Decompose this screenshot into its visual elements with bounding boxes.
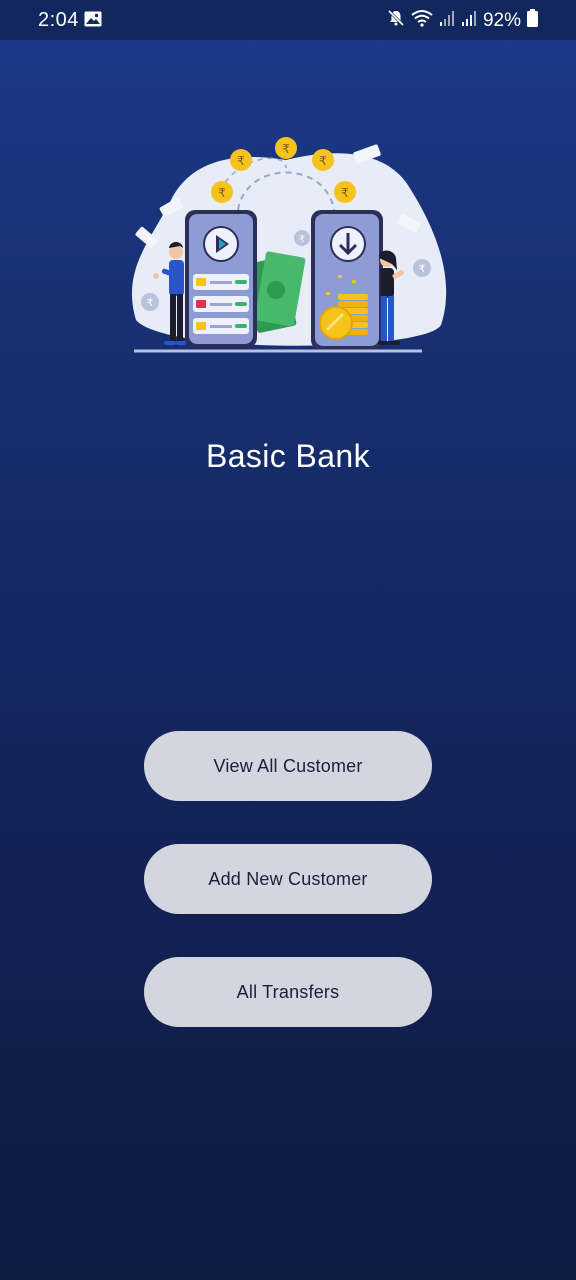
gallery-icon xyxy=(84,11,102,32)
grey-coin: ₹ xyxy=(141,293,159,311)
rupee-coin: ₹ xyxy=(275,137,297,159)
battery-percent: 92% xyxy=(482,9,521,31)
status-icons: 92% xyxy=(387,9,538,32)
sender-phone xyxy=(185,210,257,348)
svg-text:₹: ₹ xyxy=(299,235,305,245)
all-transfers-button[interactable]: All Transfers xyxy=(144,957,432,1027)
rupee-coin: ₹ xyxy=(230,149,252,171)
svg-text:₹: ₹ xyxy=(218,186,226,200)
grey-coin: ₹ xyxy=(413,259,431,277)
svg-text:₹: ₹ xyxy=(341,186,349,200)
money-transfer-illustration: ₹ ₹ ₹ ₹ ₹ ₹ ₹ ₹ xyxy=(126,130,450,360)
svg-text:₹: ₹ xyxy=(319,154,327,168)
svg-text:₹: ₹ xyxy=(419,264,425,275)
rupee-coin: ₹ xyxy=(312,149,334,171)
wifi-icon xyxy=(411,9,433,32)
rupee-coin: ₹ xyxy=(334,181,356,203)
grey-coin: ₹ xyxy=(294,230,310,246)
add-new-customer-button[interactable]: Add New Customer xyxy=(144,844,432,914)
view-all-customer-button[interactable]: View All Customer xyxy=(144,731,432,801)
svg-text:₹: ₹ xyxy=(237,154,245,168)
signal-icon xyxy=(439,9,455,32)
battery-icon xyxy=(527,9,538,32)
rupee-coin: ₹ xyxy=(211,181,233,203)
svg-text:₹: ₹ xyxy=(147,298,153,309)
app-title: Basic Bank xyxy=(205,438,371,474)
mute-icon xyxy=(387,9,405,32)
status-bar: 2:04 92% xyxy=(0,0,576,40)
signal-icon xyxy=(461,9,477,32)
status-time: 2:04 xyxy=(38,9,79,31)
svg-text:₹: ₹ xyxy=(282,142,290,156)
receiver-phone xyxy=(311,210,383,350)
